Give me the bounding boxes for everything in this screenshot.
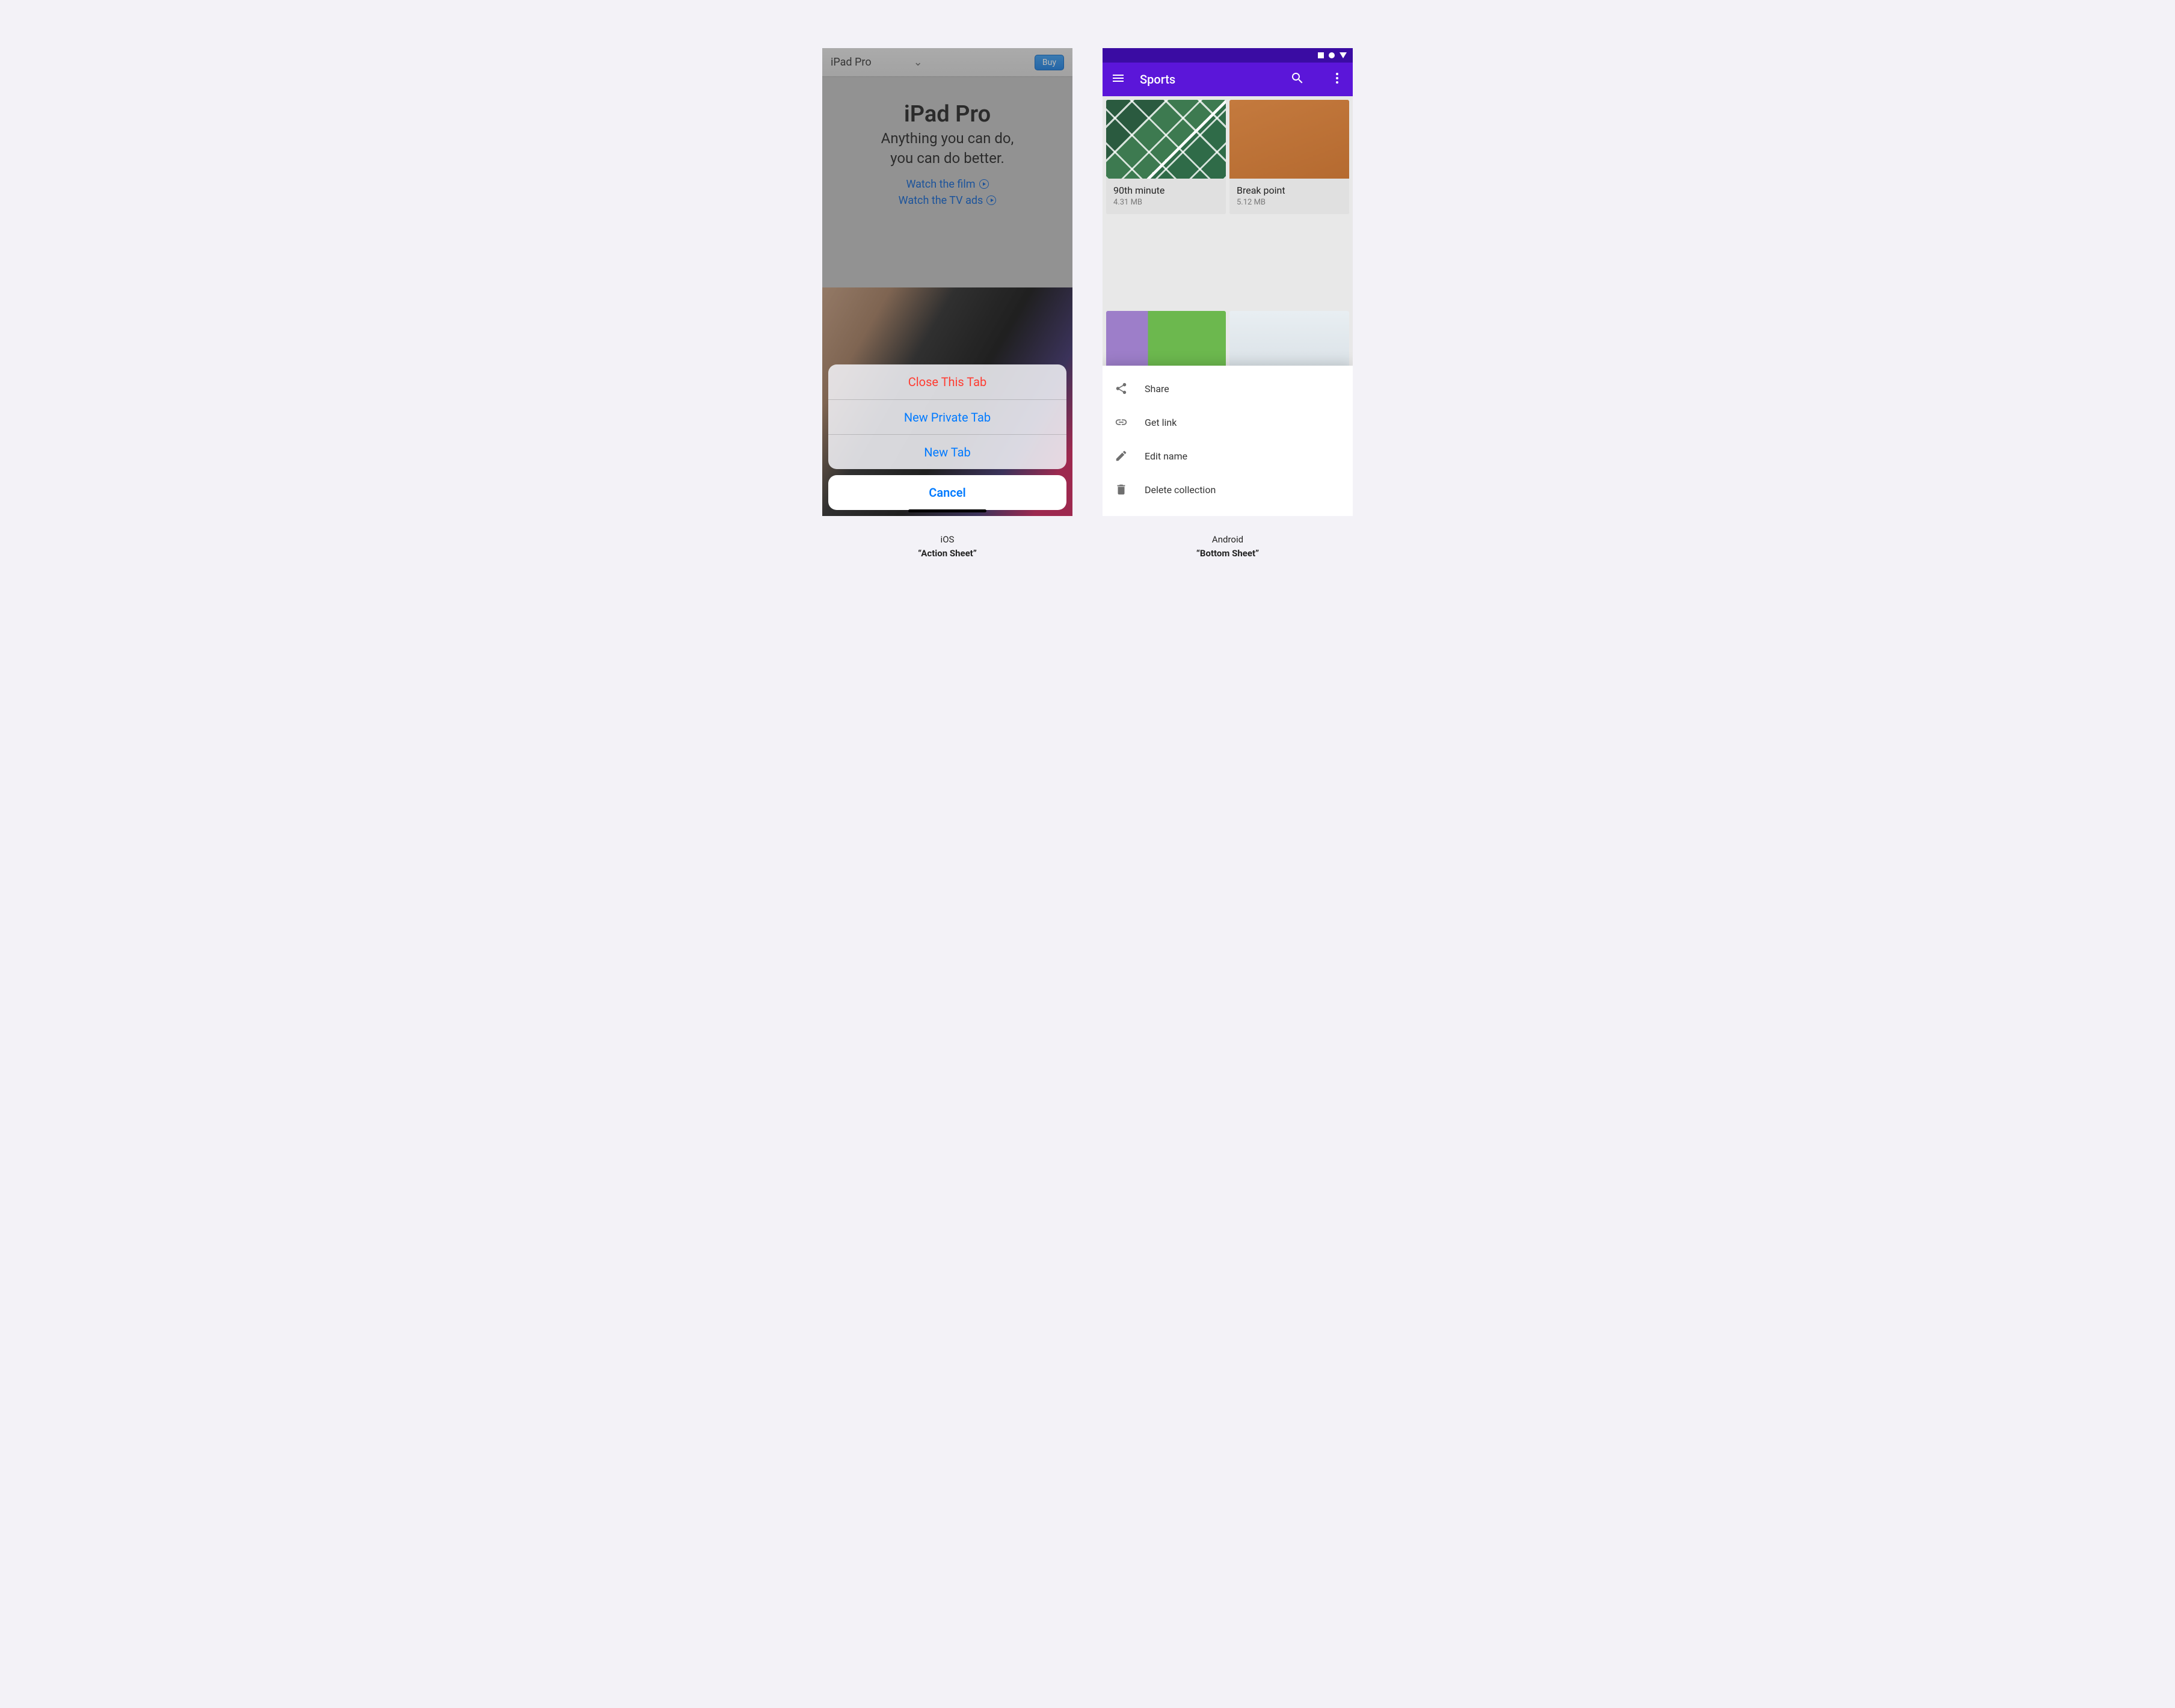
android-caption-os: Android	[1196, 533, 1259, 547]
ios-caption: iOS “Action Sheet”	[918, 533, 977, 560]
android-bottom-sheet: Share Get link Edit name	[1103, 366, 1353, 516]
android-example: Sports 90th minute 4.31 MB	[1103, 48, 1353, 560]
android-caption: Android “Bottom Sheet”	[1196, 533, 1259, 560]
share-icon	[1115, 382, 1128, 395]
trash-icon	[1115, 483, 1128, 496]
action-group: Close This Tab New Private Tab New Tab	[828, 364, 1066, 469]
media-card[interactable]: 90th minute 4.31 MB	[1106, 100, 1226, 214]
media-card[interactable]: Break point 5.12 MB	[1229, 100, 1349, 214]
status-circle-icon	[1329, 52, 1335, 58]
card-title: 90th minute	[1113, 185, 1219, 196]
pencil-icon	[1115, 449, 1128, 462]
edit-name-item[interactable]: Edit name	[1103, 439, 1353, 473]
android-status-bar	[1103, 48, 1353, 63]
more-icon[interactable]	[1330, 71, 1344, 88]
card-size: 4.31 MB	[1113, 198, 1219, 207]
get-link-item[interactable]: Get link	[1103, 405, 1353, 439]
search-icon[interactable]	[1290, 71, 1305, 88]
new-tab-action[interactable]: New Tab	[828, 434, 1066, 469]
appbar-title: Sports	[1140, 72, 1175, 87]
link-icon	[1115, 416, 1128, 429]
status-square-icon	[1318, 52, 1324, 58]
close-tab-action[interactable]: Close This Tab	[828, 364, 1066, 399]
status-triangle-icon	[1340, 52, 1347, 58]
delete-item[interactable]: Delete collection	[1103, 473, 1353, 506]
share-item[interactable]: Share	[1103, 372, 1353, 405]
edit-name-label: Edit name	[1145, 450, 1187, 462]
share-label: Share	[1145, 383, 1169, 395]
ios-device: iPad Pro ⌄ Buy iPad Pro Anything you can…	[822, 48, 1072, 516]
card-thumbnail	[1229, 100, 1349, 179]
android-caption-name: “Bottom Sheet”	[1196, 547, 1259, 561]
card-thumbnail	[1106, 100, 1226, 179]
ios-action-sheet: Close This Tab New Private Tab New Tab C…	[828, 364, 1066, 510]
ios-example: iPad Pro ⌄ Buy iPad Pro Anything you can…	[822, 48, 1072, 560]
ios-caption-os: iOS	[918, 533, 977, 547]
card-size: 5.12 MB	[1237, 198, 1342, 207]
cancel-button[interactable]: Cancel	[828, 475, 1066, 510]
ios-caption-name: “Action Sheet”	[918, 547, 977, 561]
card-title: Break point	[1237, 185, 1342, 196]
home-indicator[interactable]	[908, 509, 986, 512]
get-link-label: Get link	[1145, 417, 1177, 428]
hamburger-icon[interactable]	[1111, 71, 1125, 88]
android-device: Sports 90th minute 4.31 MB	[1103, 48, 1353, 516]
new-private-tab-action[interactable]: New Private Tab	[828, 399, 1066, 434]
delete-label: Delete collection	[1145, 484, 1216, 496]
android-appbar: Sports	[1103, 63, 1353, 96]
